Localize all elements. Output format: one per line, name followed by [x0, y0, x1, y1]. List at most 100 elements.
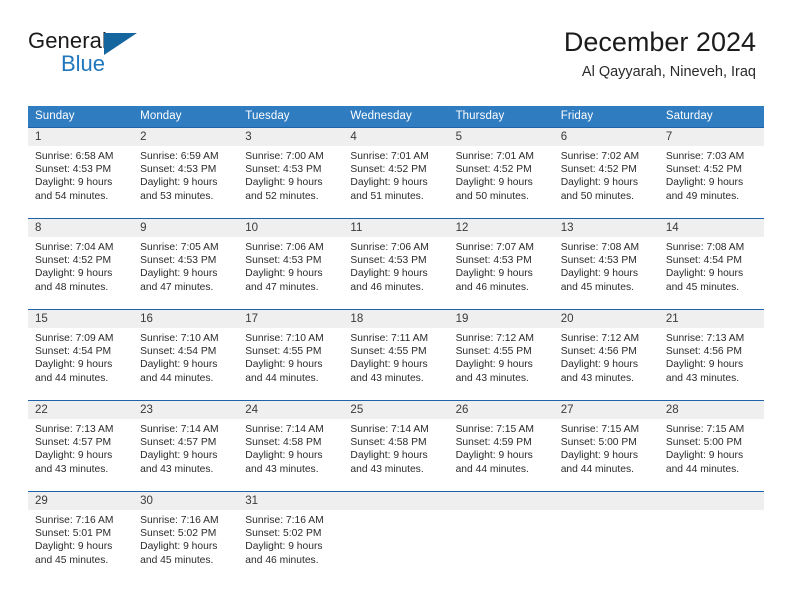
- daylight-text-line1: Daylight: 9 hours: [35, 450, 113, 462]
- page-title: December 2024: [563, 27, 756, 57]
- day-details: Sunrise: 7:06 AM Sunset: 4:53 PM Daylight:…: [238, 237, 343, 294]
- daylight-text-line1: Daylight: 9 hours: [665, 177, 744, 189]
- sunset-text: Sunset: 4:55 PM: [455, 346, 532, 358]
- calendar-day-cell[interactable]: 27 Sunrise: 7:15 AM Sunset: 5:00 PM Dayligh…: [553, 400, 659, 492]
- sunset-text: Sunset: 5:01 PM: [35, 528, 112, 540]
- calendar-day-cell[interactable]: 4 Sunrise: 7:01 AM Sunset: 4:52 PM Daylight…: [343, 127, 449, 219]
- day-details: Sunrise: 7:09 AM Sunset: 4:54 PM Daylight:…: [28, 328, 133, 385]
- day-details: Sunrise: 7:04 AM Sunset: 4:52 PM Daylight:…: [28, 237, 133, 294]
- daylight-text-line2: and 44 minutes.: [35, 372, 109, 384]
- daylight-text-line1: Daylight: 9 hours: [35, 359, 113, 371]
- calendar-day-cell[interactable]: 8 Sunrise: 7:04 AM Sunset: 4:52 PM Daylight…: [28, 218, 134, 310]
- weekday-header-wednesday: Wednesday: [343, 106, 449, 128]
- daylight-text-line1: Daylight: 9 hours: [245, 268, 323, 280]
- calendar-day-cell[interactable]: 15 Sunrise: 7:09 AM Sunset: 4:54 PM Dayligh…: [28, 309, 134, 401]
- calendar-day-cell[interactable]: 12 Sunrise: 7:07 AM Sunset: 4:53 PM Dayligh…: [448, 218, 554, 310]
- daylight-text-line1: Daylight: 9 hours: [665, 268, 744, 280]
- day-number: 22: [28, 401, 134, 419]
- day-details: Sunrise: 7:15 AM Sunset: 4:59 PM Daylight:…: [449, 419, 554, 476]
- day-number: 4: [343, 128, 449, 146]
- sunset-text: Sunset: 4:58 PM: [350, 437, 427, 449]
- calendar-day-cell[interactable]: 17 Sunrise: 7:10 AM Sunset: 4:55 PM Dayligh…: [238, 309, 344, 401]
- daylight-text-line2: and 47 minutes.: [140, 281, 214, 293]
- calendar-day-cell[interactable]: 5 Sunrise: 7:01 AM Sunset: 4:52 PM Daylight…: [448, 127, 554, 219]
- sunrise-text: Sunrise: 7:14 AM: [245, 424, 324, 435]
- daylight-text-line2: and 45 minutes.: [35, 554, 109, 566]
- sunset-text: Sunset: 4:52 PM: [665, 164, 742, 176]
- daylight-text-line1: Daylight: 9 hours: [455, 359, 533, 371]
- daylight-text-line1: Daylight: 9 hours: [455, 268, 533, 280]
- day-number: 11: [343, 219, 449, 237]
- calendar-day-cell[interactable]: 16 Sunrise: 7:10 AM Sunset: 4:54 PM Dayligh…: [133, 309, 239, 401]
- day-number: 23: [133, 401, 239, 419]
- calendar-day-cell[interactable]: 26 Sunrise: 7:15 AM Sunset: 4:59 PM Dayligh…: [448, 400, 554, 492]
- calendar-day-cell[interactable]: 29 Sunrise: 7:16 AM Sunset: 5:01 PM Dayligh…: [28, 491, 134, 582]
- calendar-day-cell[interactable]: 20 Sunrise: 7:12 AM Sunset: 4:56 PM Dayligh…: [553, 309, 659, 401]
- daylight-text-line1: Daylight: 9 hours: [665, 359, 744, 371]
- sunrise-text: Sunrise: 7:14 AM: [350, 424, 429, 435]
- day-details: Sunrise: 7:11 AM Sunset: 4:55 PM Daylight:…: [343, 328, 448, 385]
- daylight-text-line2: and 45 minutes.: [140, 554, 214, 566]
- day-number: 29: [28, 492, 134, 510]
- calendar-day-cell[interactable]: 14 Sunrise: 7:08 AM Sunset: 4:54 PM Dayligh…: [658, 218, 764, 310]
- day-number: [448, 492, 554, 510]
- calendar-day-cell[interactable]: 22 Sunrise: 7:13 AM Sunset: 4:57 PM Dayligh…: [28, 400, 134, 492]
- calendar-day-cell[interactable]: 23 Sunrise: 7:14 AM Sunset: 4:57 PM Dayligh…: [133, 400, 239, 492]
- daylight-text-line2: and 43 minutes.: [245, 463, 319, 475]
- calendar-day-cell[interactable]: 19 Sunrise: 7:12 AM Sunset: 4:55 PM Dayligh…: [448, 309, 554, 401]
- calendar-day-cell[interactable]: 24 Sunrise: 7:14 AM Sunset: 4:58 PM Dayligh…: [238, 400, 344, 492]
- day-details: Sunrise: 6:58 AM Sunset: 4:53 PM Daylight:…: [28, 146, 133, 203]
- calendar-day-cell[interactable]: 13 Sunrise: 7:08 AM Sunset: 4:53 PM Dayligh…: [553, 218, 659, 310]
- daylight-text-line2: and 46 minutes.: [245, 554, 319, 566]
- brand-logo[interactable]: General Blue: [28, 26, 248, 90]
- day-details: Sunrise: 7:08 AM Sunset: 4:54 PM Daylight:…: [659, 237, 764, 294]
- day-details: [659, 510, 764, 514]
- day-number: 16: [133, 310, 239, 328]
- sunrise-text: Sunrise: 7:10 AM: [245, 333, 324, 344]
- daylight-text-line2: and 50 minutes.: [455, 190, 529, 202]
- title-block: December 2024 Al Qayyarah, Nineveh, Iraq: [564, 26, 756, 81]
- day-number: 21: [658, 310, 764, 328]
- daylight-text-line1: Daylight: 9 hours: [455, 450, 533, 462]
- sunrise-text: Sunrise: 7:16 AM: [140, 515, 219, 526]
- daylight-text-line1: Daylight: 9 hours: [245, 359, 323, 371]
- day-details: Sunrise: 6:59 AM Sunset: 4:53 PM Daylight:…: [133, 146, 238, 203]
- day-number: 17: [238, 310, 344, 328]
- sunset-text: Sunset: 4:54 PM: [35, 346, 112, 358]
- calendar-day-cell[interactable]: 21 Sunrise: 7:13 AM Sunset: 4:56 PM Dayligh…: [658, 309, 764, 401]
- sunset-text: Sunset: 5:00 PM: [560, 437, 637, 449]
- calendar-day-cell[interactable]: 2 Sunrise: 6:59 AM Sunset: 4:53 PM Daylight…: [133, 127, 239, 219]
- calendar-day-cell[interactable]: 25 Sunrise: 7:14 AM Sunset: 4:58 PM Dayligh…: [343, 400, 449, 492]
- sunrise-text: Sunrise: 7:16 AM: [35, 515, 114, 526]
- sunset-text: Sunset: 4:53 PM: [245, 164, 322, 176]
- daylight-text-line1: Daylight: 9 hours: [140, 177, 218, 189]
- calendar-day-cell[interactable]: 3 Sunrise: 7:00 AM Sunset: 4:53 PM Daylight…: [238, 127, 344, 219]
- calendar-day-cell[interactable]: 30 Sunrise: 7:16 AM Sunset: 5:02 PM Dayligh…: [133, 491, 239, 582]
- day-details: Sunrise: 7:14 AM Sunset: 4:57 PM Daylight:…: [133, 419, 238, 476]
- daylight-text-line2: and 52 minutes.: [245, 190, 319, 202]
- calendar-day-cell[interactable]: 7 Sunrise: 7:03 AM Sunset: 4:52 PM Daylight…: [658, 127, 764, 219]
- day-number: 1: [28, 128, 134, 146]
- day-number: 14: [658, 219, 764, 237]
- daylight-text-line2: and 44 minutes.: [665, 463, 740, 475]
- calendar-day-cell[interactable]: 18 Sunrise: 7:11 AM Sunset: 4:55 PM Dayligh…: [343, 309, 449, 401]
- day-details: Sunrise: 7:14 AM Sunset: 4:58 PM Daylight:…: [238, 419, 343, 476]
- calendar-week-row: 22 Sunrise: 7:13 AM Sunset: 4:57 PM Dayligh…: [28, 400, 764, 492]
- calendar-day-cell[interactable]: 9 Sunrise: 7:05 AM Sunset: 4:53 PM Daylight…: [133, 218, 239, 310]
- calendar-day-cell[interactable]: 28 Sunrise: 7:15 AM Sunset: 5:00 PM Dayligh…: [658, 400, 764, 492]
- calendar-day-cell[interactable]: 11 Sunrise: 7:06 AM Sunset: 4:53 PM Dayligh…: [343, 218, 449, 310]
- calendar-day-cell[interactable]: 6 Sunrise: 7:02 AM Sunset: 4:52 PM Daylight…: [553, 127, 659, 219]
- calendar-grid: Sunday Monday Tuesday Wednesday Thursday…: [28, 106, 764, 582]
- daylight-text-line1: Daylight: 9 hours: [350, 268, 428, 280]
- calendar-day-cell[interactable]: 1 Sunrise: 6:58 AM Sunset: 4:53 PM Daylight…: [28, 127, 134, 219]
- sunrise-text: Sunrise: 7:13 AM: [35, 424, 114, 435]
- day-details: Sunrise: 7:01 AM Sunset: 4:52 PM Daylight:…: [343, 146, 448, 203]
- day-details: Sunrise: 7:13 AM Sunset: 4:57 PM Daylight:…: [28, 419, 133, 476]
- calendar-day-cell[interactable]: 31 Sunrise: 7:16 AM Sunset: 5:02 PM Dayligh…: [238, 491, 344, 582]
- calendar-day-cell[interactable]: 10 Sunrise: 7:06 AM Sunset: 4:53 PM Dayligh…: [238, 218, 344, 310]
- day-number: 30: [133, 492, 239, 510]
- page-subtitle: Al Qayyarah, Nineveh, Iraq: [581, 64, 756, 80]
- daylight-text-line2: and 45 minutes.: [665, 281, 740, 293]
- day-number: 27: [553, 401, 659, 419]
- daylight-text-line2: and 48 minutes.: [35, 281, 109, 293]
